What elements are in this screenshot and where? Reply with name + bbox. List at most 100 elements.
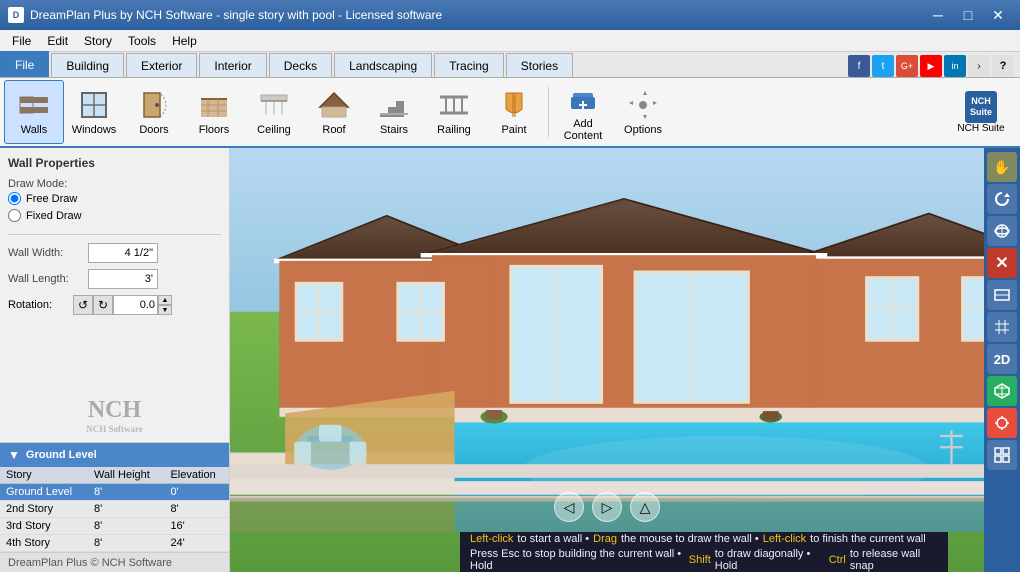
close-button[interactable]: ✕ [984,5,1012,25]
rotation-down-button[interactable]: ▼ [158,305,172,315]
2d-view-button[interactable]: 2D [987,344,1017,374]
railing-icon [438,89,470,121]
menu-tools[interactable]: Tools [120,32,164,50]
chevron-icon[interactable]: › [968,55,990,77]
story-wall-height: 8' [88,484,164,501]
shift-key: Shift [689,554,711,566]
walls-icon [18,89,50,121]
table-row[interactable]: Ground Level 8' 0' [0,484,229,501]
story-elevation: 0' [164,484,229,501]
wall-properties-title: Wall Properties [8,156,221,170]
facebook-icon[interactable]: f [848,55,870,77]
rotation-input[interactable] [113,295,158,315]
tool-ceiling[interactable]: Ceiling [244,80,304,144]
free-draw-input[interactable] [8,192,21,205]
free-draw-radio[interactable]: Free Draw [8,192,221,205]
tab-decks[interactable]: Decks [269,53,332,77]
fixed-draw-input[interactable] [8,209,21,222]
fixed-draw-radio[interactable]: Fixed Draw [8,209,221,222]
nch-suite-button[interactable]: NCHSuite NCH Suite [946,80,1016,144]
left-click-2: Left-click [763,533,806,545]
twitter-icon[interactable]: t [872,55,894,77]
tool-add-content[interactable]: Add Content [553,80,613,144]
nch-suite-icon: NCHSuite [965,91,997,123]
nav-up-arrow[interactable]: △ [630,492,660,522]
expand-icon: ▼ [8,448,20,462]
help-icon[interactable]: ? [992,55,1014,77]
drag-text: Drag [593,533,617,545]
story-name: Ground Level [0,484,88,501]
rotate-tool-button[interactable] [987,184,1017,214]
3d-view-button[interactable] [987,376,1017,406]
snap-button[interactable] [987,408,1017,438]
tab-exterior[interactable]: Exterior [126,53,197,77]
left-panel: Wall Properties Draw Mode: Free Draw Fix… [0,148,230,572]
wall-width-input[interactable] [88,243,158,263]
tool-floors[interactable]: Floors [184,80,244,144]
tab-tracing[interactable]: Tracing [434,53,504,77]
tool-railing[interactable]: Railing [424,80,484,144]
options-icon [627,89,659,121]
tool-walls[interactable]: Walls [4,80,64,144]
title-bar: D DreamPlan Plus by NCH Software - singl… [0,0,1020,30]
menu-help[interactable]: Help [164,32,205,50]
paint-icon [498,89,530,121]
nav-arrows: ◁ ▷ △ [554,492,660,522]
story-elevation: 8' [164,501,229,518]
tool-windows[interactable]: Windows [64,80,124,144]
doors-icon [138,89,170,121]
instruction-bar: Left-click to start a wall • Drag the mo… [460,532,948,572]
tab-stories[interactable]: Stories [506,53,573,77]
orbit-tool-button[interactable] [987,216,1017,246]
menu-edit[interactable]: Edit [39,32,76,50]
tool-options[interactable]: Options [613,80,673,144]
add-content-icon [567,83,599,115]
story-wall-height: 8' [88,501,164,518]
delete-tool-button[interactable]: ✕ [987,248,1017,278]
house-scene [230,148,984,532]
stairs-icon [378,89,410,121]
tab-file[interactable]: File [0,51,49,77]
rotate-cw-button[interactable]: ↻ [93,295,113,315]
story-name: 4th Story [0,535,88,552]
menu-story[interactable]: Story [76,32,120,50]
right-toolbar: ✋ ✕ 2D [984,148,1020,572]
windows-icon [78,89,110,121]
ribbon-separator [548,87,549,137]
tab-landscaping[interactable]: Landscaping [334,53,432,77]
rotate-ccw-button[interactable]: ↺ [73,295,93,315]
rotation-up-button[interactable]: ▲ [158,295,172,305]
story-table: Story Wall Height Elevation Ground Level… [0,467,229,552]
left-click-1: Left-click [470,533,513,545]
walls-visibility-button[interactable] [987,280,1017,310]
tab-building[interactable]: Building [51,53,124,77]
youtube-icon[interactable]: ▶ [920,55,942,77]
pointer-tool-button[interactable]: ✋ [987,152,1017,182]
linkedin-icon[interactable]: in [944,55,966,77]
wall-length-input[interactable] [88,269,158,289]
floors-icon [198,89,230,121]
info-button[interactable] [987,440,1017,470]
grid-button[interactable] [987,312,1017,342]
nch-logo-subtitle: NCH Software [86,424,143,434]
tab-interior[interactable]: Interior [199,53,266,77]
table-row[interactable]: 4th Story 8' 24' [0,535,229,552]
tool-roof[interactable]: Roof [304,80,364,144]
table-row[interactable]: 2nd Story 8' 8' [0,501,229,518]
tool-paint[interactable]: Paint [484,80,544,144]
google-icon[interactable]: G+ [896,55,918,77]
nav-left-arrow[interactable]: ◁ [554,492,584,522]
menu-file[interactable]: File [4,32,39,50]
rotation-label: Rotation: [8,299,73,311]
nav-right-arrow[interactable]: ▷ [592,492,622,522]
ctrl-key: Ctrl [829,554,846,566]
minimize-button[interactable]: ─ [924,5,952,25]
tool-doors[interactable]: Doors [124,80,184,144]
maximize-button[interactable]: □ [954,5,982,25]
tool-stairs[interactable]: Stairs [364,80,424,144]
viewport[interactable]: ◁ ▷ △ Left-click to start a wall • Drag … [230,148,984,572]
table-row[interactable]: 3rd Story 8' 16' [0,518,229,535]
ceiling-icon [258,89,290,121]
nch-suite-label: NCH Suite [957,123,1004,134]
menu-bar: File Edit Story Tools Help [0,30,1020,52]
